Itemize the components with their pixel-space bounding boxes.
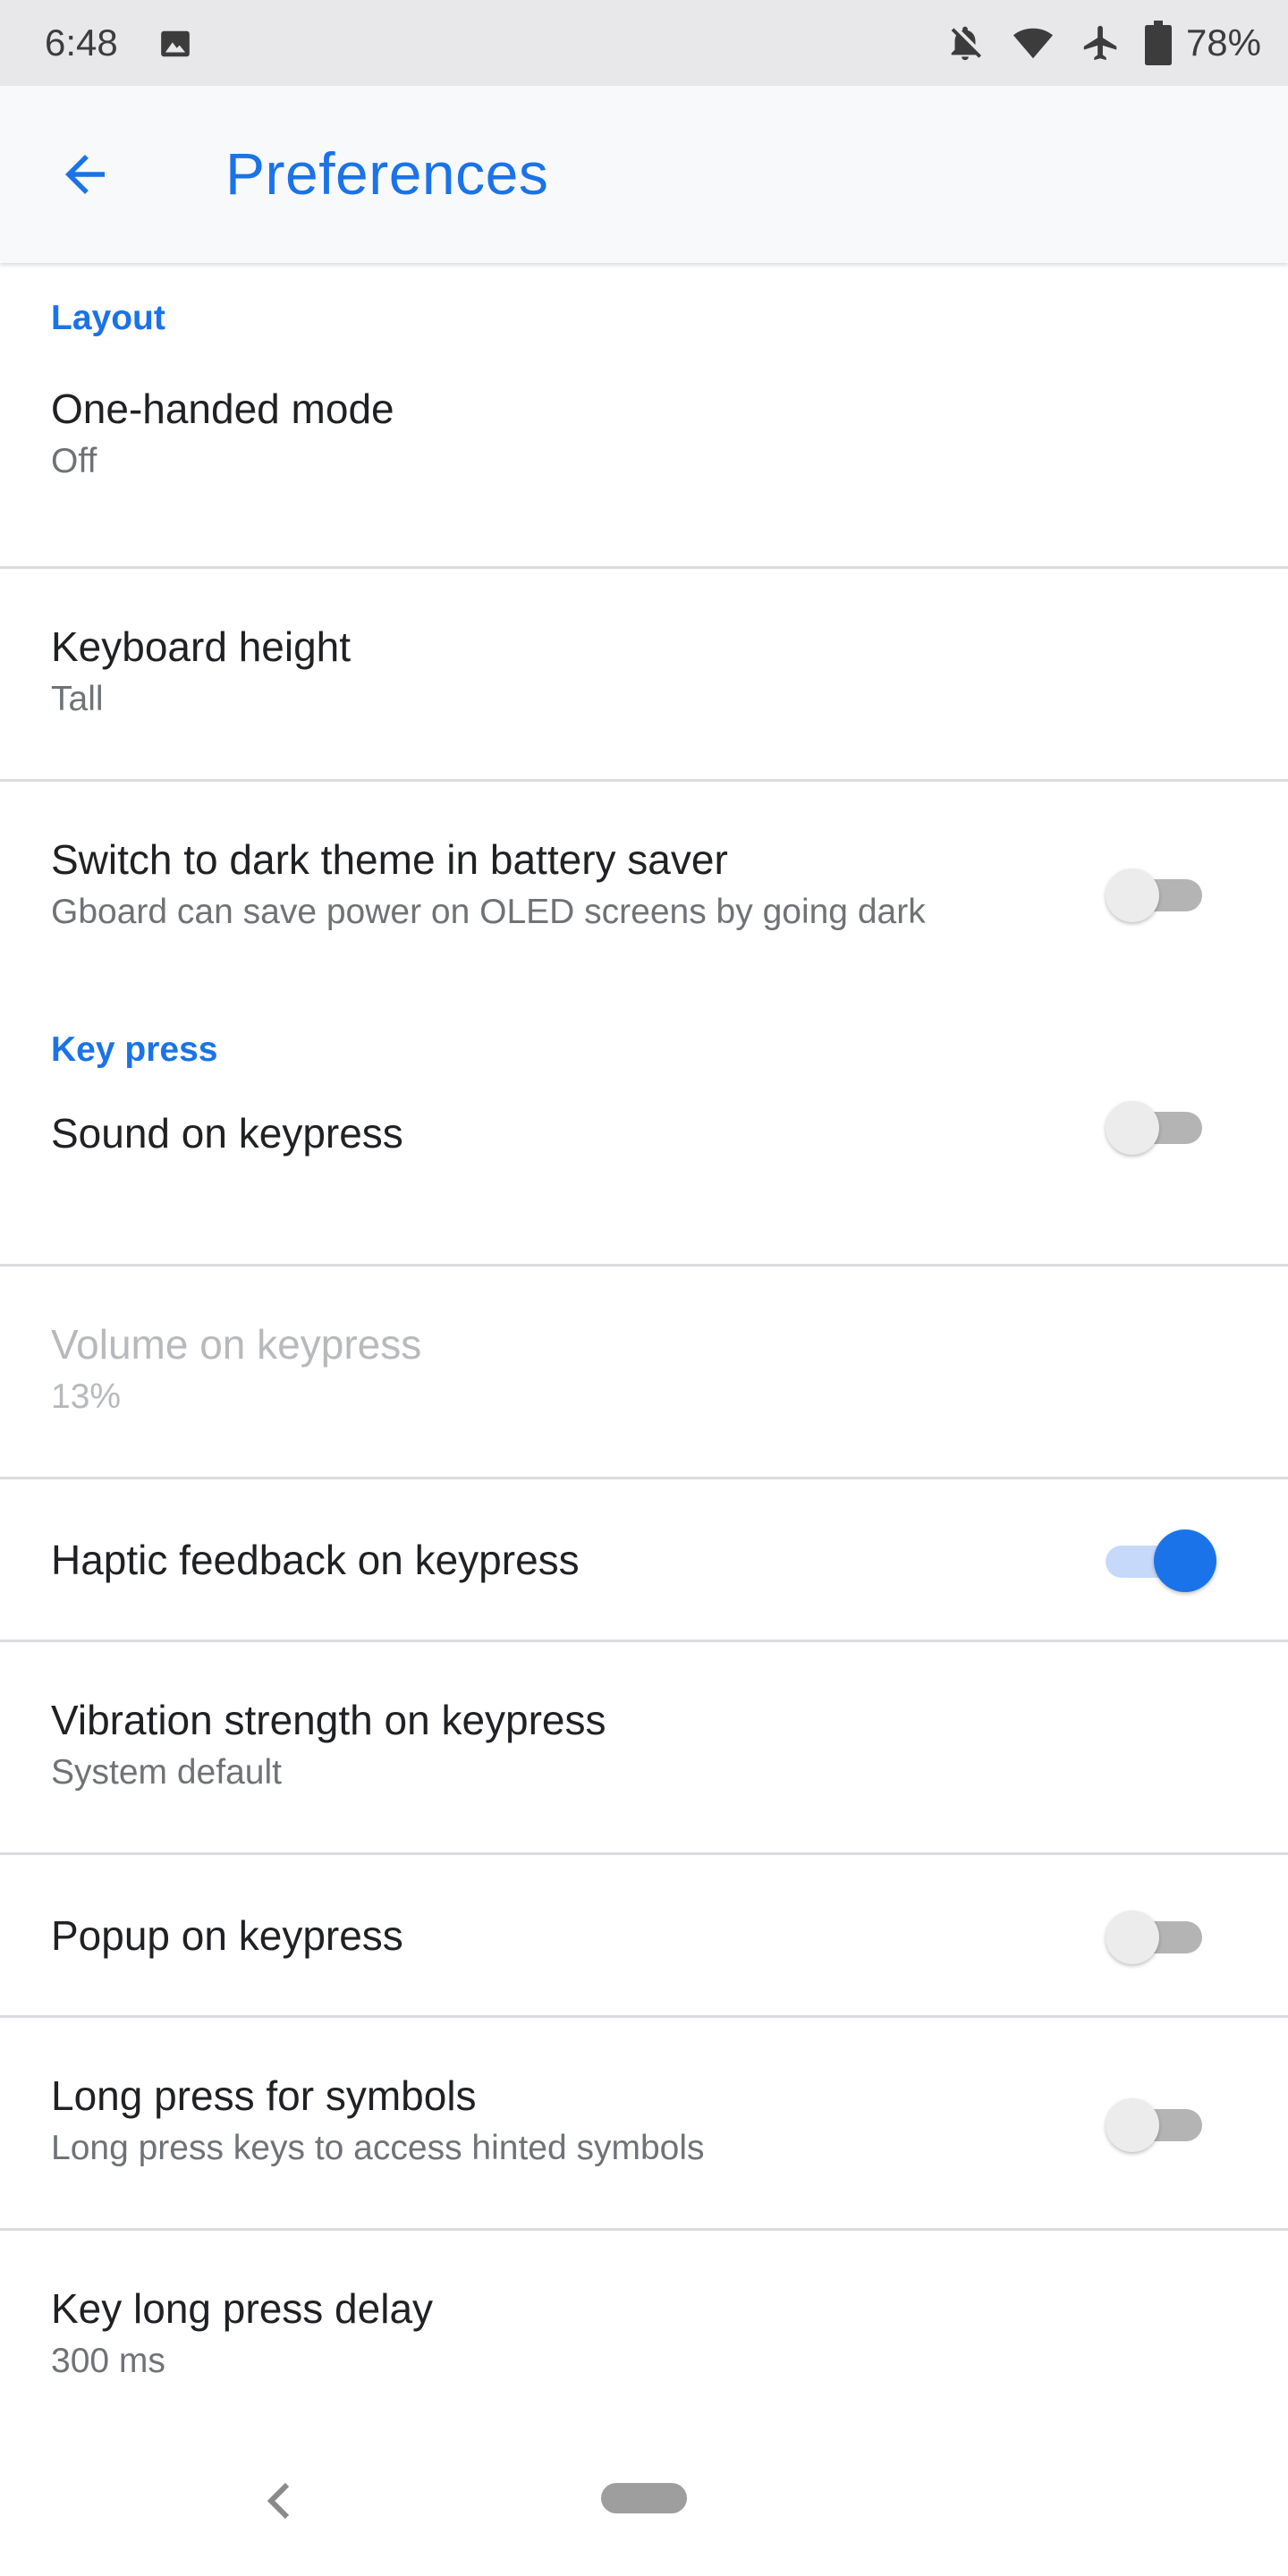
status-bar: 6:48 78% — [0, 0, 1288, 86]
pref-summary: 300 ms — [51, 2342, 165, 2381]
toggle-thumb — [1106, 2098, 1159, 2152]
pref-title: Volume on keypress — [51, 1321, 422, 1368]
status-icons: 78% — [945, 16, 1261, 70]
pref-title: One-handed mode — [51, 386, 394, 432]
dark-theme-toggle[interactable] — [1106, 865, 1206, 924]
pref-summary: Tall — [51, 680, 104, 719]
pref-summary: 13% — [51, 1377, 122, 1417]
sound-toggle[interactable] — [1106, 1097, 1206, 1157]
status-time: 6:48 — [45, 21, 118, 64]
haptic-toggle[interactable] — [1106, 1530, 1216, 1592]
wifi-icon — [1013, 28, 1053, 59]
nav-back-button[interactable] — [255, 2478, 301, 2524]
pref-sound-on-keypress[interactable]: Sound on keypress — [0, 1101, 1288, 1267]
toggle-thumb — [1106, 869, 1159, 922]
pref-title: Switch to dark theme in battery saver — [51, 836, 728, 883]
section-header-key-press: Key press — [51, 1030, 218, 1069]
pref-popup-on-keypress[interactable]: Popup on keypress — [0, 1855, 1288, 2018]
pref-summary: Off — [51, 442, 97, 481]
toggle-thumb — [1106, 1101, 1159, 1155]
pref-title: Keyboard height — [51, 623, 352, 670]
home-pill[interactable] — [601, 2483, 687, 2513]
app-bar: Preferences — [0, 86, 1288, 263]
pref-long-press-delay[interactable]: Key long press delay 300 ms — [0, 2231, 1288, 2444]
pref-title: Popup on keypress — [51, 1912, 403, 1959]
popup-toggle[interactable] — [1106, 1907, 1206, 1966]
pref-title: Sound on keypress — [51, 1110, 403, 1157]
battery-icon — [1144, 21, 1172, 65]
notifications-off-icon — [951, 26, 981, 61]
arrow-back-icon — [65, 155, 105, 194]
long-press-symbols-toggle[interactable] — [1106, 2095, 1206, 2154]
toggle-thumb — [1154, 1530, 1216, 1592]
pref-summary: System default — [51, 1753, 282, 1792]
pref-dark-theme-battery-saver[interactable]: Switch to dark theme in battery saver Gb… — [0, 782, 1288, 1009]
image-icon — [161, 30, 190, 57]
nav-back-icon — [267, 2482, 290, 2520]
pref-volume-on-keypress: Volume on keypress 13% — [0, 1267, 1288, 1479]
battery-percent: 78% — [1185, 21, 1261, 64]
section-header-layout: Layout — [51, 299, 165, 337]
airplane-icon — [1083, 25, 1117, 61]
pref-long-press-symbols[interactable]: Long press for symbols Long press keys t… — [0, 2018, 1288, 2231]
navigation-bar — [0, 2429, 1288, 2576]
pref-summary: Long press keys to access hinted symbols — [51, 2129, 705, 2168]
preferences-list: Layout One-handed mode Off Keyboard heig… — [0, 263, 1288, 2444]
page-title: Preferences — [225, 140, 549, 207]
pref-title: Key long press delay — [51, 2285, 434, 2332]
pref-keyboard-height[interactable]: Keyboard height Tall — [0, 569, 1288, 782]
pref-summary: Gboard can save power on OLED screens by… — [51, 893, 926, 932]
pref-title: Haptic feedback on keypress — [51, 1537, 580, 1583]
toggle-thumb — [1106, 1911, 1159, 1964]
pref-haptic-feedback[interactable]: Haptic feedback on keypress — [0, 1479, 1288, 1642]
pref-title: Vibration strength on keypress — [51, 1697, 606, 1743]
pref-vibration-strength[interactable]: Vibration strength on keypress System de… — [0, 1642, 1288, 1855]
back-button[interactable] — [52, 141, 118, 208]
pref-one-handed-mode[interactable]: One-handed mode Off — [0, 376, 1288, 569]
pref-title: Long press for symbols — [51, 2072, 477, 2119]
